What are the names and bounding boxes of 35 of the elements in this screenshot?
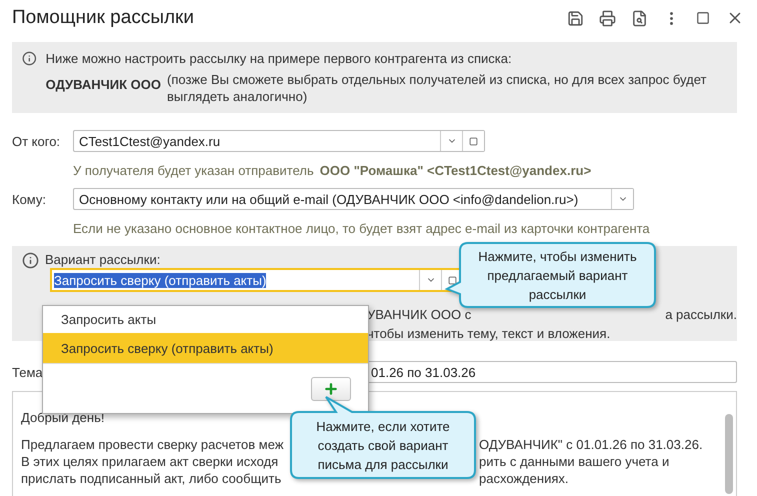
- body-text: ОДУВАНЧИК" с 01.01.26 по 31.03.26.: [479, 436, 704, 453]
- variant-hint: а рассылки.: [665, 306, 737, 324]
- add-button[interactable]: [311, 376, 351, 400]
- from-label: От кого:: [12, 134, 62, 148]
- window-title: Помощник рассылки: [12, 7, 195, 29]
- to-hint: Если не указано основное контактное лицо, то будет взят адрес e-mail из карточки контрагента: [73, 221, 650, 236]
- window-icon: [469, 136, 478, 146]
- variant-hint: УВАНЧИК ООО с: [367, 306, 472, 324]
- variant-hint: чтобы изменить тему, текст и вложения.: [367, 325, 610, 343]
- body-text: прислать подписанный акт, либо сообщить: [21, 470, 282, 487]
- body-text: Предлагаем провести сверку расчетов меж: [21, 436, 285, 453]
- body-text: Добрый день!: [21, 409, 106, 426]
- body-text: рить с данными вашего учета и: [479, 453, 670, 470]
- callout-tooltip: Нажмите, чтобы изменить предлагаемый вариант рассылки: [446, 242, 656, 308]
- intro-note: (позже Вы сможете выбрать отдельных получателей из списка, но для всех запрос будет выглядеть аналогично): [167, 71, 708, 105]
- to-field[interactable]: Основному контакту или на общий e-mail (ОДУВАНЧИК ООО <info@dandelion.ru>): [73, 188, 634, 210]
- open-button[interactable]: [462, 131, 484, 151]
- dropdown-item[interactable]: Запросить сверку (отправить акты): [43, 333, 368, 363]
- sender-hint: У получателя будет указан отправитель: [73, 163, 314, 178]
- variant-label: Вариант рассылки:: [45, 252, 160, 267]
- window-icon: [448, 276, 457, 284]
- body-text: В этих целях прилагаем акт сверки исходя: [21, 453, 280, 470]
- dropdown-item[interactable]: Запросить акты: [43, 306, 368, 333]
- callout-tooltip: Нажмите, если хотите создать свой вариант письма для рассылки: [290, 396, 476, 479]
- scrollbar[interactable]: [725, 414, 733, 494]
- to-label: Кому:: [12, 192, 47, 206]
- plus-icon: [323, 380, 339, 396]
- intro-text: Ниже можно настроить рассылку на примере первого контрагента из списка:: [46, 50, 513, 67]
- recipient-name: ОДУВАНЧИК ООО: [46, 76, 161, 92]
- subject-label: Тема: [12, 364, 44, 380]
- info-icon: [22, 252, 39, 269]
- info-icon: [22, 50, 37, 67]
- body-text: расхождениях.: [479, 470, 570, 487]
- from-field[interactable]: CTest1Ctest@yandex.ru: [73, 130, 485, 152]
- sender-name: ООО "Ромашка" <CTest1Ctest@yandex.ru>: [320, 163, 592, 178]
